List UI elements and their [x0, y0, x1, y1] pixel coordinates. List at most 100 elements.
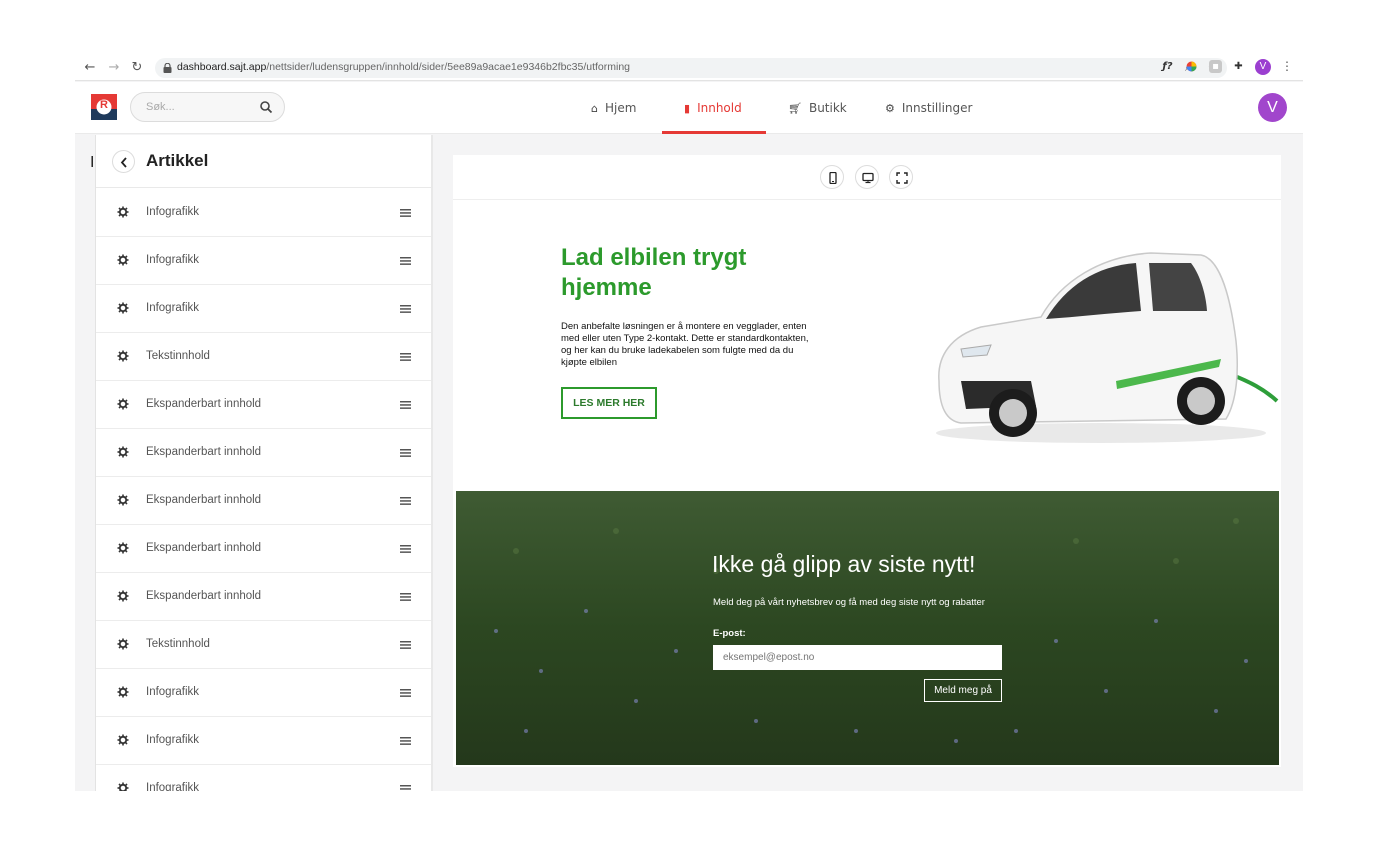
gear-icon[interactable] [117, 686, 129, 698]
list-item[interactable]: Infografikk [96, 189, 431, 237]
address-bar[interactable]: dashboard.sajt.app/nettsider/ludensgrupp… [155, 58, 1227, 78]
sidebar-header: Artikkel [96, 135, 431, 188]
list-item-label: Infografikk [146, 734, 200, 746]
browser-menu-icon[interactable]: ⋮ [1281, 59, 1293, 73]
function-icon[interactable]: ƒ? [1161, 60, 1174, 73]
app-header: R Søk... ⌂ Hjem ▮ Innhold 🛒︎ Butikk ⚙ In… [75, 82, 1303, 134]
electric-car-image [936, 252, 1279, 443]
drag-handle-icon[interactable] [400, 737, 411, 745]
search-placeholder: Søk... [146, 101, 175, 113]
url-text: dashboard.sajt.app/nettsider/ludensgrupp… [177, 61, 631, 73]
pages-icon: ▮ [684, 101, 691, 115]
logo-letter: R [100, 99, 108, 111]
drag-handle-icon[interactable] [400, 401, 411, 409]
gear-icon[interactable] [117, 446, 129, 458]
forward-arrow-icon[interactable]: → [105, 59, 123, 77]
list-item[interactable]: Tekstinnhold [96, 333, 431, 381]
list-item[interactable]: Ekspanderbart innhold [96, 477, 431, 525]
search-icon[interactable] [259, 100, 273, 114]
page-preview: Lad elbilen trygt hjemme Den anbefalte l… [453, 155, 1281, 767]
newsletter-subtitle: Meld deg på vårt nyhetsbrev og få med de… [713, 597, 985, 608]
device-toolbar [453, 155, 1281, 200]
chevron-left-icon [120, 157, 127, 168]
browser-profile-avatar[interactable]: V [1255, 59, 1271, 75]
newsletter-section[interactable]: Ikke gå glipp av siste nytt! Meld deg på… [456, 491, 1279, 765]
nav-item-home[interactable]: ⌂ Hjem [591, 82, 636, 134]
newsletter-title: Ikke gå glipp av siste nytt! [712, 551, 976, 577]
email-field[interactable] [713, 645, 1002, 670]
search-input[interactable]: Søk... [130, 92, 285, 122]
list-item[interactable]: Infografikk [96, 765, 431, 791]
content-sidebar: Artikkel Infografikk Infografikk Infogra… [95, 135, 433, 791]
gear-icon[interactable] [117, 590, 129, 602]
list-item[interactable]: Infografikk [96, 717, 431, 765]
list-item-label: Infografikk [146, 782, 200, 791]
desktop-icon [862, 172, 874, 184]
gear-icon[interactable] [117, 206, 129, 218]
list-item[interactable]: Infografikk [96, 285, 431, 333]
subscribe-button[interactable]: Meld meg på [924, 679, 1002, 702]
list-item-label: Infografikk [146, 686, 200, 698]
drag-handle-icon[interactable] [400, 305, 411, 313]
list-item[interactable]: Infografikk [96, 669, 431, 717]
hero-title: Lad elbilen trygt hjemme [561, 244, 747, 301]
color-wheel-icon[interactable] [1185, 60, 1198, 73]
grass-background-image [456, 491, 1279, 765]
reload-icon[interactable]: ↻ [128, 59, 146, 77]
nav-label: Hjem [604, 101, 637, 115]
nav-item-content[interactable]: ▮ Innhold [684, 82, 742, 134]
block-list: Infografikk Infografikk Infografikk Teks… [96, 189, 431, 791]
read-more-button[interactable]: LES MER HER [561, 387, 657, 419]
gear-icon[interactable] [117, 302, 129, 314]
mobile-view-button[interactable] [820, 165, 844, 189]
gear-icon: ⚙ [885, 101, 895, 115]
list-item[interactable]: Ekspanderbart innhold [96, 573, 431, 621]
nav-item-shop[interactable]: 🛒︎ Butikk [788, 82, 847, 134]
drag-handle-icon[interactable] [400, 257, 411, 265]
drag-handle-icon[interactable] [400, 593, 411, 601]
gear-icon[interactable] [117, 542, 129, 554]
back-arrow-icon[interactable]: ← [81, 59, 99, 77]
nav-label: Innhold [697, 101, 742, 115]
browser-window: ← → ↻ dashboard.sajt.app/nettsider/luden… [75, 55, 1303, 791]
sidebar-edge-letter: I [90, 154, 95, 171]
gear-icon[interactable] [117, 398, 129, 410]
fullscreen-icon [896, 172, 908, 184]
fullscreen-view-button[interactable] [889, 165, 913, 189]
puzzle-icon[interactable]: ✚ [1232, 60, 1245, 73]
drag-handle-icon[interactable] [400, 449, 411, 457]
list-item[interactable]: Ekspanderbart innhold [96, 525, 431, 573]
list-item[interactable]: Ekspanderbart innhold [96, 381, 431, 429]
extension-box-icon[interactable]: ▪ [1209, 60, 1222, 73]
gear-icon[interactable] [117, 638, 129, 650]
drag-handle-icon[interactable] [400, 497, 411, 505]
gear-icon[interactable] [117, 782, 129, 791]
gear-icon[interactable] [117, 350, 129, 362]
mobile-icon [829, 172, 837, 184]
list-item-label: Ekspanderbart innhold [146, 398, 262, 410]
desktop-view-button[interactable] [855, 165, 879, 189]
home-icon: ⌂ [591, 101, 598, 115]
list-item-label: Infografikk [146, 302, 200, 314]
drag-handle-icon[interactable] [400, 353, 411, 361]
gear-icon[interactable] [117, 734, 129, 746]
hero-section[interactable]: Lad elbilen trygt hjemme Den anbefalte l… [453, 201, 1281, 491]
drag-handle-icon[interactable] [400, 785, 411, 791]
drag-handle-icon[interactable] [400, 641, 411, 649]
gear-icon[interactable] [117, 254, 129, 266]
back-button[interactable] [112, 150, 135, 173]
list-item-label: Ekspanderbart innhold [146, 542, 262, 554]
list-item[interactable]: Infografikk [96, 237, 431, 285]
gear-icon[interactable] [117, 494, 129, 506]
hero-text: Den anbefalte løsningen er å montere en … [561, 321, 809, 368]
browser-toolbar: ← → ↻ dashboard.sajt.app/nettsider/luden… [75, 55, 1303, 81]
list-item[interactable]: Tekstinnhold [96, 621, 431, 669]
drag-handle-icon[interactable] [400, 209, 411, 217]
list-item[interactable]: Ekspanderbart innhold [96, 429, 431, 477]
drag-handle-icon[interactable] [400, 689, 411, 697]
list-item-label: Ekspanderbart innhold [146, 446, 262, 458]
drag-handle-icon[interactable] [400, 545, 411, 553]
user-avatar[interactable]: V [1258, 93, 1287, 122]
nav-item-settings[interactable]: ⚙ Innstillinger [885, 82, 972, 134]
list-item-label: Infografikk [146, 254, 200, 266]
